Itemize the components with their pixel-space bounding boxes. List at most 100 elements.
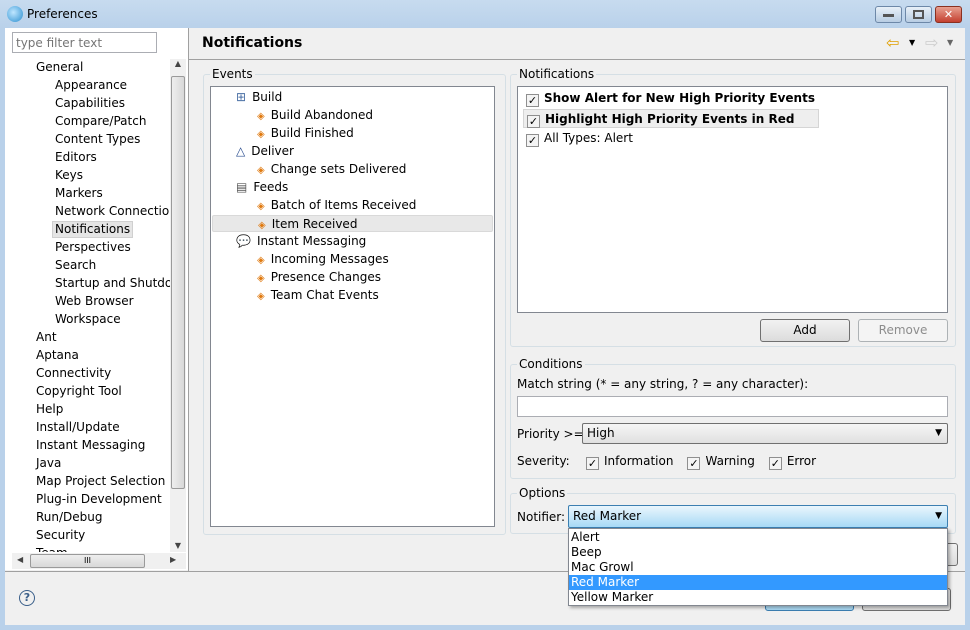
tree-item[interactable]: Install/Update — [36, 419, 120, 436]
tree-item[interactable]: Capabilities — [55, 95, 125, 112]
close-button[interactable]: ✕ — [935, 6, 962, 23]
checkbox[interactable]: ✓ — [526, 94, 539, 107]
event-label: Incoming Messages — [270, 252, 389, 266]
tree-item[interactable]: Copyright Tool — [36, 383, 122, 400]
event-diamond-icon: ◈ — [257, 165, 265, 176]
tree-item[interactable]: Connectivity — [36, 365, 111, 382]
forward-button[interactable]: ⇨ — [925, 33, 938, 52]
notification-item[interactable]: ✓ Show Alert for New High Priority Events — [523, 89, 839, 108]
title-bar: Preferences ✕ — [0, 0, 970, 28]
checkbox[interactable]: ✓ — [768, 457, 782, 470]
tree-item[interactable]: Aptana — [36, 347, 79, 364]
scroll-thumb[interactable] — [171, 76, 185, 489]
tree-item[interactable]: Search — [55, 257, 96, 274]
add-button[interactable]: Add — [760, 319, 850, 342]
event-label: Instant Messaging — [256, 234, 367, 248]
tree-item[interactable]: Team — [36, 545, 68, 552]
dropdown-option[interactable]: Beep — [569, 545, 947, 560]
events-label: Events — [210, 67, 255, 81]
event-item[interactable]: ◈ Presence Changes — [212, 269, 493, 286]
tree-item[interactable]: Web Browser — [55, 293, 134, 310]
preference-tree: General Appearance Capabilities Compare/Pat… — [10, 59, 170, 552]
event-label: Deliver — [251, 144, 294, 158]
tree-item[interactable]: Content Types — [55, 131, 140, 148]
severity-label: Information — [604, 454, 674, 468]
hscroll-thumb[interactable]: III — [30, 554, 145, 568]
tree-item[interactable]: Help — [36, 401, 63, 418]
notification-item[interactable]: ✓ Highlight High Priority Events in Red — [523, 109, 820, 128]
tree-item[interactable]: Instant Messaging — [36, 437, 145, 454]
filter-input[interactable] — [12, 32, 157, 53]
event-item[interactable]: ⊞ Build — [212, 89, 493, 106]
tree-item[interactable]: Keys — [55, 167, 83, 184]
priority-select[interactable]: High ▼ — [582, 423, 948, 444]
dropdown-option[interactable]: Red Marker — [569, 575, 947, 590]
severity-information[interactable]: ✓ Information — [586, 454, 674, 470]
checkbox[interactable]: ✓ — [527, 115, 540, 128]
back-button[interactable]: ⇦ — [886, 33, 899, 52]
hierarchy-icon: ⊞ — [236, 90, 247, 104]
tree-item[interactable]: Security — [36, 527, 85, 544]
event-diamond-icon: ◈ — [257, 129, 265, 140]
vertical-scrollbar[interactable]: ▲ ▼ — [170, 59, 186, 552]
checkbox[interactable]: ✓ — [586, 457, 599, 470]
event-label: Feeds — [253, 180, 289, 194]
event-item[interactable]: ◈ Item Received — [212, 215, 493, 232]
event-label: Change sets Delivered — [270, 162, 407, 176]
tree-item[interactable]: Ant — [36, 329, 57, 346]
event-item[interactable]: ◈ Incoming Messages — [212, 251, 493, 268]
tree-item[interactable]: Plug-in Development — [36, 491, 162, 508]
notification-item[interactable]: ✓ All Types: Alert — [523, 129, 657, 148]
event-item[interactable]: ▤ Feeds — [212, 179, 493, 196]
event-item[interactable]: ◈ Change sets Delivered — [212, 161, 493, 178]
dropdown-option[interactable]: Yellow Marker — [569, 590, 947, 605]
chat-icon: 💬 — [236, 234, 251, 248]
tree-item[interactable]: Markers — [55, 185, 103, 202]
tree-item[interactable]: Java — [36, 455, 61, 472]
event-item[interactable]: ◈ Build Abandoned — [212, 107, 493, 124]
severity-error[interactable]: ✓ Error — [768, 454, 817, 470]
remove-button[interactable]: Remove — [858, 319, 948, 342]
tree-item[interactable]: Network Connections — [55, 203, 170, 220]
event-label: Build Abandoned — [270, 108, 373, 122]
tree-item[interactable]: Map Project Selection — [36, 473, 165, 490]
tree-item[interactable]: Workspace — [55, 311, 121, 328]
notification-label: All Types: Alert — [544, 131, 633, 145]
forward-dropdown-icon[interactable]: ▼ — [947, 38, 953, 47]
notifier-value: Red Marker — [573, 509, 642, 523]
severity-label: Error — [786, 454, 817, 468]
event-diamond-icon: ◈ — [257, 291, 265, 302]
checkbox[interactable]: ✓ — [687, 457, 701, 470]
help-icon[interactable]: ? — [19, 590, 35, 606]
event-item[interactable]: ◈ Batch of Items Received — [212, 197, 493, 214]
match-string-input[interactable] — [517, 396, 948, 417]
severity-warning[interactable]: ✓ Warning — [687, 454, 755, 470]
notifier-select[interactable]: Red Marker ▼ — [568, 505, 948, 528]
dropdown-option[interactable]: Alert — [569, 530, 947, 545]
event-item[interactable]: ◈ Team Chat Events — [212, 287, 493, 304]
event-diamond-icon: ◈ — [257, 111, 265, 122]
event-item[interactable]: ◈ Build Finished — [212, 125, 493, 142]
tree-item[interactable]: Perspectives — [55, 239, 131, 256]
maximize-button[interactable] — [905, 6, 932, 23]
back-dropdown-icon[interactable]: ▼ — [909, 38, 915, 47]
divider — [188, 28, 189, 571]
minimize-button[interactable] — [875, 6, 902, 23]
severity-checkboxes: ✓ Information ✓ Warning ✓ Error — [586, 454, 830, 470]
horizontal-scrollbar[interactable]: ◀ III ▶ — [12, 553, 186, 569]
tree-item[interactable]: Notifications — [52, 221, 134, 238]
dropdown-option[interactable]: Mac Growl — [569, 560, 947, 575]
tree-item[interactable]: Startup and Shutdown — [55, 275, 170, 292]
tree-item[interactable]: Compare/Patch — [55, 113, 146, 130]
tree-item[interactable]: Appearance — [55, 77, 127, 94]
checkbox[interactable]: ✓ — [526, 134, 539, 147]
event-diamond-icon: ◈ — [258, 220, 266, 231]
event-item[interactable]: 💬 Instant Messaging — [212, 233, 493, 250]
event-diamond-icon: ◈ — [257, 255, 265, 266]
event-item[interactable]: △ Deliver — [212, 143, 493, 160]
event-label: Build Finished — [270, 126, 354, 140]
tree-item[interactable]: General — [36, 59, 83, 76]
tree-item[interactable]: Editors — [55, 149, 97, 166]
tree-item[interactable]: Run/Debug — [36, 509, 103, 526]
event-label: Team Chat Events — [270, 288, 379, 302]
